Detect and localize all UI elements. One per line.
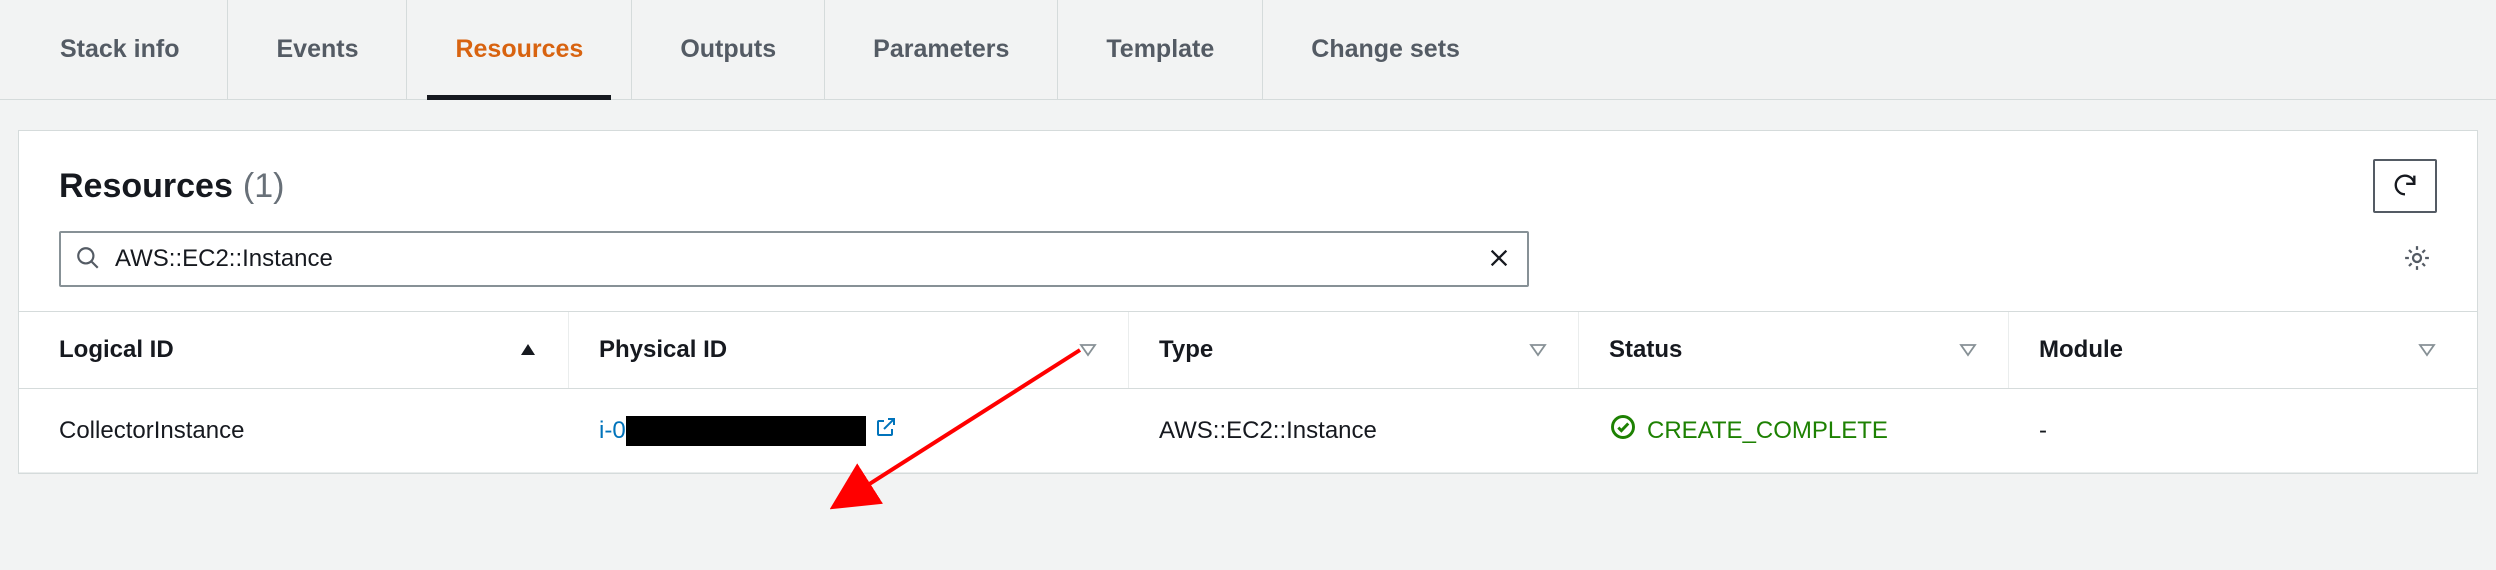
search-row (19, 231, 2477, 311)
column-status[interactable]: Status (1579, 312, 2009, 388)
sort-none-icon (1078, 340, 1098, 360)
check-circle-icon (1609, 413, 1637, 448)
sort-asc-icon (518, 340, 538, 360)
stack-tabs: Stack info Events Resources Outputs Para… (0, 0, 2496, 100)
sort-none-icon (1958, 340, 1978, 360)
tab-change-sets[interactable]: Change sets (1263, 0, 1508, 99)
tab-resources[interactable]: Resources (407, 0, 632, 99)
cell-status: CREATE_COMPLETE (1579, 389, 2009, 472)
search-box[interactable] (59, 231, 1529, 287)
column-physical-id[interactable]: Physical ID (569, 312, 1129, 388)
panel-count: (1) (243, 167, 285, 206)
table-row: CollectorInstance i-0 AWS::EC2::Instance… (19, 389, 2477, 473)
redacted-block (626, 416, 866, 446)
column-type[interactable]: Type (1129, 312, 1579, 388)
cell-type: AWS::EC2::Instance (1129, 389, 1579, 472)
column-label: Physical ID (599, 336, 727, 364)
search-input[interactable] (101, 245, 1485, 273)
panel-header: Resources (1) (19, 131, 2477, 231)
sort-none-icon (2417, 340, 2437, 360)
tab-stack-info[interactable]: Stack info (20, 0, 228, 99)
tab-events[interactable]: Events (228, 0, 407, 99)
physical-id-prefix: i-0 (599, 417, 626, 445)
external-link-icon[interactable] (874, 415, 898, 446)
settings-button[interactable] (2397, 239, 2437, 279)
refresh-button[interactable] (2373, 159, 2437, 213)
tab-template[interactable]: Template (1058, 0, 1263, 99)
panel-title-text: Resources (59, 167, 233, 206)
physical-id-link[interactable]: i-0 (599, 416, 866, 446)
column-label: Status (1609, 336, 1682, 364)
column-label: Module (2039, 336, 2123, 364)
cell-module: - (2009, 389, 2467, 472)
column-label: Type (1159, 336, 1213, 364)
clear-search-button[interactable] (1485, 245, 1513, 273)
column-label: Logical ID (59, 336, 174, 364)
close-icon (1488, 247, 1510, 272)
panel-title: Resources (1) (59, 167, 284, 206)
status-badge: CREATE_COMPLETE (1609, 413, 1888, 448)
column-logical-id[interactable]: Logical ID (29, 312, 569, 388)
tab-outputs[interactable]: Outputs (632, 0, 825, 99)
sort-none-icon (1528, 340, 1548, 360)
status-text: CREATE_COMPLETE (1647, 417, 1888, 445)
tab-parameters[interactable]: Parameters (825, 0, 1058, 99)
table-header: Logical ID Physical ID Type Status Modul… (19, 311, 2477, 389)
resources-panel: Resources (1) (18, 130, 2478, 474)
gear-icon (2402, 243, 2432, 276)
search-icon (75, 245, 101, 274)
cell-physical-id: i-0 (569, 389, 1129, 472)
refresh-icon (2391, 171, 2419, 202)
column-module[interactable]: Module (2009, 312, 2467, 388)
cell-logical-id: CollectorInstance (29, 389, 569, 472)
